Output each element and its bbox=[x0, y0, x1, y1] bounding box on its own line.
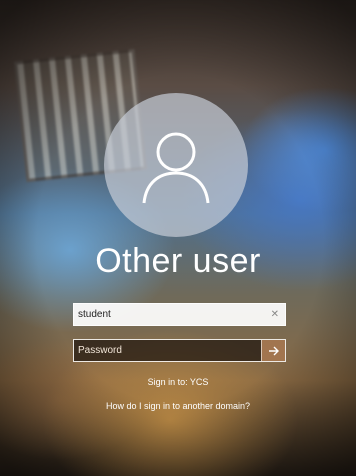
arrow-right-icon bbox=[268, 346, 279, 355]
sign-in-to-label: Sign in to: YCS bbox=[147, 377, 209, 387]
lock-screen-background: Other user student ✕ Password Sign in to… bbox=[0, 0, 356, 476]
password-field[interactable]: Password bbox=[74, 340, 261, 361]
user-title: Other user bbox=[95, 242, 261, 280]
username-value[interactable]: student bbox=[78, 309, 271, 320]
user-silhouette-icon bbox=[142, 132, 210, 204]
submit-button[interactable] bbox=[261, 340, 285, 361]
user-avatar bbox=[104, 93, 248, 237]
another-domain-link[interactable]: How do I sign in to another domain? bbox=[0, 401, 356, 411]
username-field[interactable]: student ✕ bbox=[73, 303, 286, 326]
clear-x-icon[interactable]: ✕ bbox=[271, 309, 279, 320]
password-field-group[interactable]: Password bbox=[73, 339, 286, 362]
